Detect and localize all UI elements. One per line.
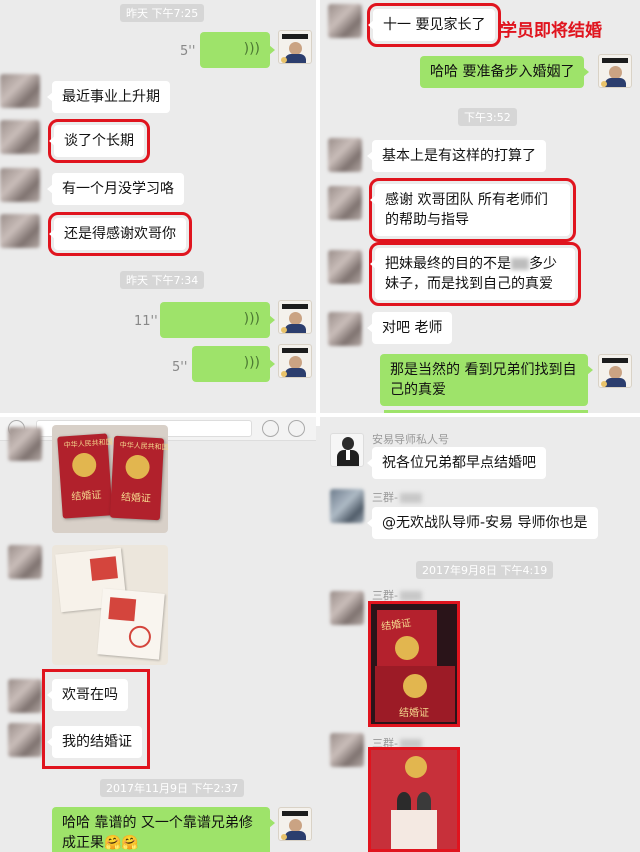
timestamp: 昨天 下午7:34 [120, 271, 205, 289]
couple-photo [89, 556, 118, 581]
voice-message[interactable]: ))) [160, 302, 275, 338]
chat-panel-bottom-left[interactable]: 中华人民共和国 结婚证 中华人民共和国 结婚证 欢哥在吗 我的结婚证 2017年… [0, 417, 316, 852]
avatar-contact[interactable] [330, 733, 364, 767]
message-bubble[interactable]: 基本上是有这样的打算了 [367, 140, 546, 172]
chat-panel-top-left[interactable]: 昨天 下午7:25 5'' ))) 最近事业上升期 谈了个长期 有一个月没学习咯… [0, 0, 316, 413]
avatar-contact[interactable] [328, 4, 362, 38]
timestamp: 2017年9月8日 下午4:19 [416, 561, 554, 579]
message-bubble-self[interactable]: 那是当然的 看到兄弟们找到自己的真爱 [380, 354, 593, 406]
avatar-contact[interactable] [328, 250, 362, 284]
timestamp: 下午3:52 [458, 108, 517, 126]
chat-panel-top-right[interactable]: 十一 要见家长了 学员即将结婚 哈哈 要准备步入婚姻了 下午3:52 基本上是有… [320, 0, 640, 413]
voice-wave-icon: ))) [243, 41, 260, 57]
voice-duration: 5'' [180, 44, 196, 59]
avatar-contact[interactable] [0, 120, 40, 154]
avatar-contact[interactable] [328, 138, 362, 172]
certificate-card: 结婚证 [377, 610, 437, 674]
photo-marriage-certificates[interactable]: 中华人民共和国 结婚证 中华人民共和国 结婚证 [52, 425, 168, 533]
avatar-self[interactable] [598, 354, 632, 388]
message-bubble[interactable]: 有一个月没学习咯 [47, 173, 184, 205]
avatar-contact[interactable] [8, 545, 42, 579]
sender-name: 安易导师私人号 [372, 433, 449, 446]
avatar-contact[interactable] [0, 74, 40, 108]
certificate-card: 中华人民共和国 结婚证 [57, 433, 113, 519]
highlight-frame [42, 669, 150, 769]
message-bubble-highlighted[interactable]: 十一 要见家长了 [366, 3, 502, 47]
photo-marriage-certificates-open[interactable] [52, 545, 168, 665]
divider-vertical [316, 0, 320, 426]
message-bubble[interactable]: 对吧 老师 [366, 312, 453, 344]
emoji-icon[interactable] [262, 420, 279, 437]
message-bubble-highlighted[interactable]: 谈了个长期 [48, 119, 150, 163]
redacted-text [399, 591, 422, 601]
message-bubble-highlighted[interactable]: 感谢 欢哥团队 所有老师们的帮助与指导 [369, 178, 576, 242]
avatar-self[interactable] [278, 30, 312, 64]
voice-wave-icon: ))) [243, 355, 260, 371]
voice-message[interactable]: ))) [200, 32, 275, 68]
emblem-icon [395, 636, 419, 660]
avatar-contact[interactable] [0, 168, 40, 202]
timestamp: 昨天 下午7:25 [120, 4, 205, 22]
avatar-self[interactable] [278, 344, 312, 378]
certificate-card: 结婚证 [375, 666, 455, 722]
avatar-self[interactable] [278, 807, 312, 841]
avatar-self[interactable] [598, 54, 632, 88]
avatar-self[interactable] [278, 300, 312, 334]
avatar-teacher[interactable] [330, 433, 364, 467]
photo-wedding-registration[interactable] [368, 747, 460, 852]
message-bubble-self[interactable]: 哈哈 要准备步入婚姻了 [420, 56, 590, 88]
avatar-contact[interactable] [328, 312, 362, 346]
voice-duration: 5'' [172, 360, 188, 375]
emblem-icon [124, 454, 151, 480]
couple-photo [108, 597, 137, 622]
avatar-contact[interactable] [8, 427, 42, 461]
emblem-icon [403, 674, 427, 698]
emblem-icon [71, 452, 98, 478]
message-bubble[interactable]: @无欢战队导师-安易 导师你也是 [367, 507, 598, 539]
collage-root: 昨天 下午7:25 5'' ))) 最近事业上升期 谈了个长期 有一个月没学习咯… [0, 0, 640, 852]
avatar-contact[interactable] [330, 489, 364, 523]
avatar-contact[interactable] [328, 186, 362, 220]
person-figure [397, 792, 411, 810]
certificate-page [97, 588, 165, 660]
message-bubble[interactable]: 最近事业上升期 [47, 81, 170, 113]
chat-panel-bottom-right[interactable]: 安易导师私人号 祝各位兄弟都早点结婚吧 三群- @无欢战队导师-安易 导师你也是… [320, 417, 640, 852]
plus-icon[interactable] [288, 420, 305, 437]
avatar-contact[interactable] [330, 591, 364, 625]
seal-stamp [127, 624, 152, 649]
voice-wave-icon: ))) [243, 311, 260, 327]
registration-board [391, 810, 437, 849]
message-bubble[interactable]: 祝各位兄弟都早点结婚吧 [367, 447, 546, 479]
voice-message[interactable]: ))) [192, 346, 275, 382]
avatar-contact[interactable] [8, 679, 42, 713]
message-bubble-self[interactable]: 哈哈 靠谱的 又一个靠谱兄弟修成正果🤗🤗 [52, 807, 275, 852]
avatar-contact[interactable] [8, 723, 42, 757]
certificate-card: 中华人民共和国 结婚证 [109, 435, 168, 521]
redacted-text [511, 258, 529, 270]
annotation-label: 学员即将结婚 [500, 21, 602, 41]
redacted-text [399, 493, 422, 503]
message-bubble-highlighted[interactable]: 把妹最终的目的不是 多少妹子，而是找到自己的真爱 [369, 242, 581, 306]
emblem-icon [405, 756, 427, 778]
voice-duration: 11'' [134, 314, 158, 329]
sender-name: 三群- [372, 489, 422, 505]
avatar-contact[interactable] [0, 214, 40, 248]
photo-marriage-certificates-boxed[interactable]: 结婚证 结婚证 [368, 601, 460, 727]
timestamp: 2017年11月9日 下午2:37 [100, 779, 245, 797]
message-bubble-highlighted[interactable]: 还是得感谢欢哥你 [48, 212, 192, 256]
person-figure [417, 792, 431, 810]
